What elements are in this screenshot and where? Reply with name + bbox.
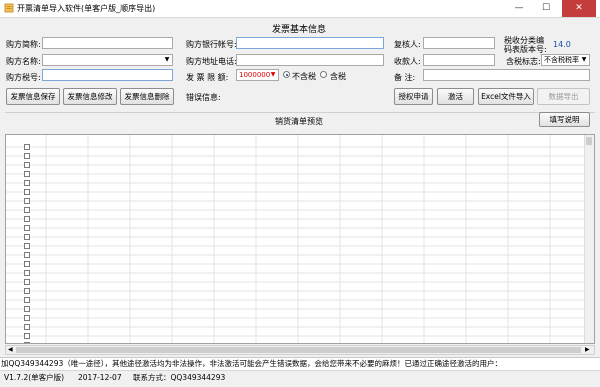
no-tax-radio[interactable]: [283, 71, 290, 78]
payee-input[interactable]: [423, 54, 495, 66]
buyer-fullname-label: 购方名称:: [6, 57, 41, 66]
invoice-list-grid[interactable]: [5, 134, 595, 344]
note-label: 备 注:: [394, 73, 416, 82]
row-checkbox[interactable]: [24, 171, 30, 177]
activate-button[interactable]: 激活: [437, 88, 474, 105]
status-message: 加QQ349344293（唯一途径），其他途径激活均为非法操作，非法激活可能会产…: [0, 357, 600, 371]
horizontal-scrollbar[interactable]: ◀ ▶: [5, 345, 595, 355]
error-label: 错误信息:: [186, 93, 221, 102]
window-title: 开票清单导入软件(单客户版_顺序导出): [17, 4, 156, 13]
reviewer-label: 复核人:: [394, 40, 421, 49]
maximize-icon: ☐: [541, 3, 551, 13]
with-tax-radio[interactable]: [320, 71, 327, 78]
chevron-down-icon[interactable]: ▼: [579, 55, 589, 65]
row-checkbox[interactable]: [24, 288, 30, 294]
row-checkbox[interactable]: [24, 153, 30, 159]
buyer-tax-input[interactable]: [42, 69, 173, 81]
row-checkbox-column: [24, 144, 32, 343]
row-checkbox[interactable]: [24, 144, 30, 150]
row-checkbox[interactable]: [24, 225, 30, 231]
reviewer-input[interactable]: [423, 37, 495, 49]
row-checkbox[interactable]: [24, 297, 30, 303]
release-date: 2017-12-07: [78, 373, 122, 382]
limit-label: 发 票 限 额:: [186, 73, 229, 82]
section-title: 发票基本信息: [272, 25, 327, 35]
limit-combo[interactable]: 1000000 ▼: [236, 69, 279, 81]
grid-lines: [6, 135, 586, 343]
row-checkbox[interactable]: [24, 252, 30, 258]
row-checkbox[interactable]: [24, 315, 30, 321]
tax-code-version-label: 税收分类编码表版本号:: [504, 36, 547, 54]
row-checkbox[interactable]: [24, 279, 30, 285]
tax-flag-label: 含税标志:: [506, 57, 541, 66]
grid-title: 销货清单预览: [275, 117, 323, 126]
fill-guide-button[interactable]: 填写说明: [539, 112, 590, 127]
row-checkbox[interactable]: [24, 306, 30, 312]
with-tax-label: 含税: [330, 72, 346, 81]
no-tax-label: 不含税: [292, 72, 316, 81]
address-phone-label: 购方地址电话:: [186, 57, 237, 66]
close-icon: ✕: [575, 3, 583, 13]
address-phone-input[interactable]: [236, 54, 384, 66]
row-checkbox[interactable]: [24, 333, 30, 339]
row-checkbox[interactable]: [24, 234, 30, 240]
buyer-fullname-combo[interactable]: ▼: [42, 54, 173, 66]
buyer-shortname-input[interactable]: [42, 37, 173, 49]
buyer-tax-label: 购方税号:: [6, 73, 41, 82]
row-checkbox[interactable]: [24, 189, 30, 195]
tax-flag-combo[interactable]: 不含税税率 ▼: [541, 54, 590, 66]
row-checkbox[interactable]: [24, 180, 30, 186]
row-checkbox[interactable]: [24, 198, 30, 204]
minimize-button[interactable]: —: [506, 0, 532, 17]
row-checkbox[interactable]: [24, 261, 30, 267]
tax-code-version-value: 14.0: [553, 40, 571, 49]
bank-account-input[interactable]: [236, 37, 384, 49]
data-export-button[interactable]: 数据导出: [537, 88, 590, 105]
row-checkbox[interactable]: [24, 324, 30, 330]
limit-value: 1000000: [239, 71, 271, 79]
row-checkbox[interactable]: [24, 342, 30, 343]
scroll-thumb[interactable]: [16, 347, 581, 353]
authorize-button[interactable]: 授权申请: [394, 88, 433, 105]
chevron-down-icon[interactable]: ▼: [268, 70, 278, 80]
row-checkbox[interactable]: [24, 243, 30, 249]
title-bar: 开票清单导入软件(单客户版_顺序导出) — ☐ ✕: [0, 0, 600, 18]
close-button[interactable]: ✕: [562, 0, 596, 17]
divider: [5, 112, 595, 113]
maximize-button[interactable]: ☐: [533, 0, 559, 17]
row-checkbox[interactable]: [24, 162, 30, 168]
note-input[interactable]: [423, 69, 590, 81]
buyer-shortname-label: 购方简称:: [6, 40, 41, 49]
excel-import-button[interactable]: Excel文件导入: [478, 88, 534, 105]
bank-account-label: 购方银行帐号:: [186, 40, 237, 49]
scroll-left-icon[interactable]: ◀: [8, 347, 14, 353]
vertical-scrollbar[interactable]: [584, 135, 594, 343]
footer: V1.7.2(单客户版) 2017-12-07 联系方式：QQ349344293: [0, 370, 600, 387]
row-checkbox[interactable]: [24, 216, 30, 222]
app-icon: [4, 3, 14, 13]
row-checkbox[interactable]: [24, 270, 30, 276]
tax-flag-value: 不含税税率: [544, 56, 579, 64]
chevron-down-icon[interactable]: ▼: [162, 55, 172, 65]
row-checkbox[interactable]: [24, 207, 30, 213]
minimize-icon: —: [514, 3, 524, 13]
payee-label: 收款人:: [394, 57, 421, 66]
modify-invoice-button[interactable]: 发票信息修改: [63, 88, 117, 105]
scroll-thumb[interactable]: [586, 137, 592, 145]
version-label: V1.7.2(单客户版): [4, 373, 65, 382]
save-invoice-button[interactable]: 发票信息保存: [6, 88, 60, 105]
scroll-right-icon[interactable]: ▶: [585, 347, 591, 353]
delete-invoice-button[interactable]: 发票信息删除: [120, 88, 174, 105]
contact-info: 联系方式：QQ349344293: [133, 373, 226, 382]
